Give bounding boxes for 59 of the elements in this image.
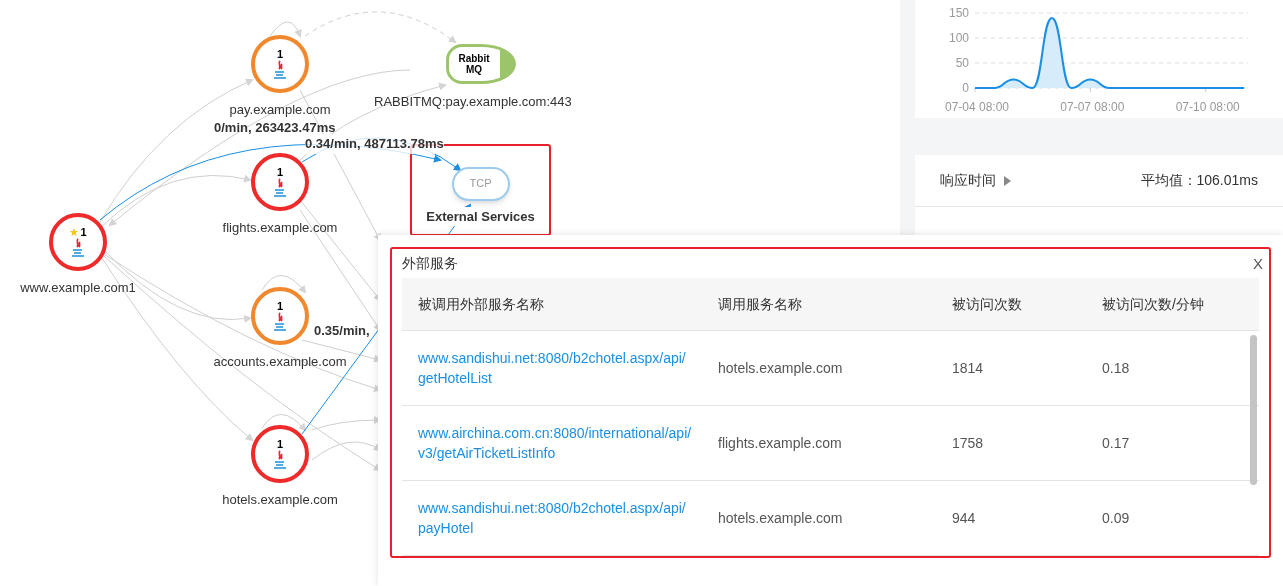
node-label: flights.example.com <box>222 219 338 237</box>
table-cell-text: hotels.example.com <box>717 508 844 528</box>
column-header: 被访问次数 <box>952 294 1023 314</box>
y-tick-label: 100 <box>948 31 969 45</box>
edge-label: 0.34/min, 487113.78ms <box>305 134 444 154</box>
column-header: 被访问次数/分钟 <box>1102 294 1205 314</box>
coffee-cup-icon <box>272 449 288 470</box>
card-title: 响应时间 <box>940 171 996 190</box>
queue-icon-text: MQ <box>465 64 483 75</box>
y-tick-label: 50 <box>955 56 969 70</box>
service-node[interactable]: 1 <box>251 425 309 483</box>
external-service-link[interactable]: www.sandishui.net:8080/b2chotel.aspx/api/getHotelList <box>402 348 702 388</box>
node-label: accounts.example.com <box>213 353 347 371</box>
close-button[interactable]: X <box>1253 256 1263 271</box>
expand-arrow-icon[interactable] <box>1004 175 1011 186</box>
average-value: 平均值：106.01ms <box>1140 171 1258 190</box>
table-cell-text: 0.17 <box>1102 433 1131 453</box>
table-cell-text: 944 <box>952 508 977 528</box>
node-label: pay.example.com <box>229 101 331 119</box>
node-label: External Services <box>426 206 535 226</box>
node-label: hotels.example.com <box>222 491 338 509</box>
external-service-link[interactable]: www.airchina.com.cn:8080/international/api/v3/getAirTicketListInfo <box>402 423 702 463</box>
cloud-icon-text: TCP <box>469 176 492 192</box>
node-label: RABBITMQ:pay.example.com:443 <box>374 93 572 111</box>
table-cell-text: 1758 <box>952 433 985 453</box>
service-node[interactable]: 1 <box>251 35 309 93</box>
instance-count: 1 <box>276 166 284 178</box>
instance-count: 1 <box>80 226 87 238</box>
service-node[interactable]: 1 <box>251 153 309 211</box>
table-cell-text: hotels.example.com <box>717 358 844 378</box>
edge-line <box>269 21 302 38</box>
table-cell-text: flights.example.com <box>717 433 843 453</box>
instance-count: 1 <box>276 300 284 312</box>
coffee-cup-icon <box>272 311 288 332</box>
y-tick-label: 150 <box>948 6 969 20</box>
dialog-title: 外部服务 <box>402 254 458 273</box>
queue-icon-text: Rabbit <box>458 53 490 64</box>
table-cell-text: 1814 <box>952 358 985 378</box>
service-node[interactable]: 1 <box>251 287 309 345</box>
column-header: 被调用外部服务名称 <box>417 294 545 314</box>
coffee-cup-icon <box>272 177 288 198</box>
table-cell-text: 0.09 <box>1102 508 1131 528</box>
coffee-cup-icon <box>272 59 288 80</box>
instance-count: 1 <box>276 48 284 60</box>
instance-count: 1 <box>276 438 284 450</box>
x-tick-label: 07-04 08:00 <box>944 100 1010 114</box>
external-service-link[interactable]: www.sandishui.net:8080/b2chotel.aspx/api/payHotel <box>402 498 702 538</box>
edge-label: 0.35/min, <box>314 322 370 340</box>
node-label: www.example.com1 <box>20 279 136 297</box>
x-tick-label: 07-10 08:00 <box>1175 100 1240 114</box>
queue-node[interactable]: Rabbit MQ <box>446 44 516 84</box>
column-header: 调用服务名称 <box>717 294 803 314</box>
service-node[interactable]: ★1 <box>49 213 107 271</box>
coffee-cup-icon <box>70 237 86 258</box>
y-tick-label: 0 <box>962 81 969 95</box>
x-tick-label: 07-07 08:00 <box>1060 100 1125 114</box>
star-icon: ★ <box>69 226 80 238</box>
edge-label: 0/min, 263423.47ms <box>214 119 336 137</box>
table-cell-text: 0.18 <box>1102 358 1131 378</box>
